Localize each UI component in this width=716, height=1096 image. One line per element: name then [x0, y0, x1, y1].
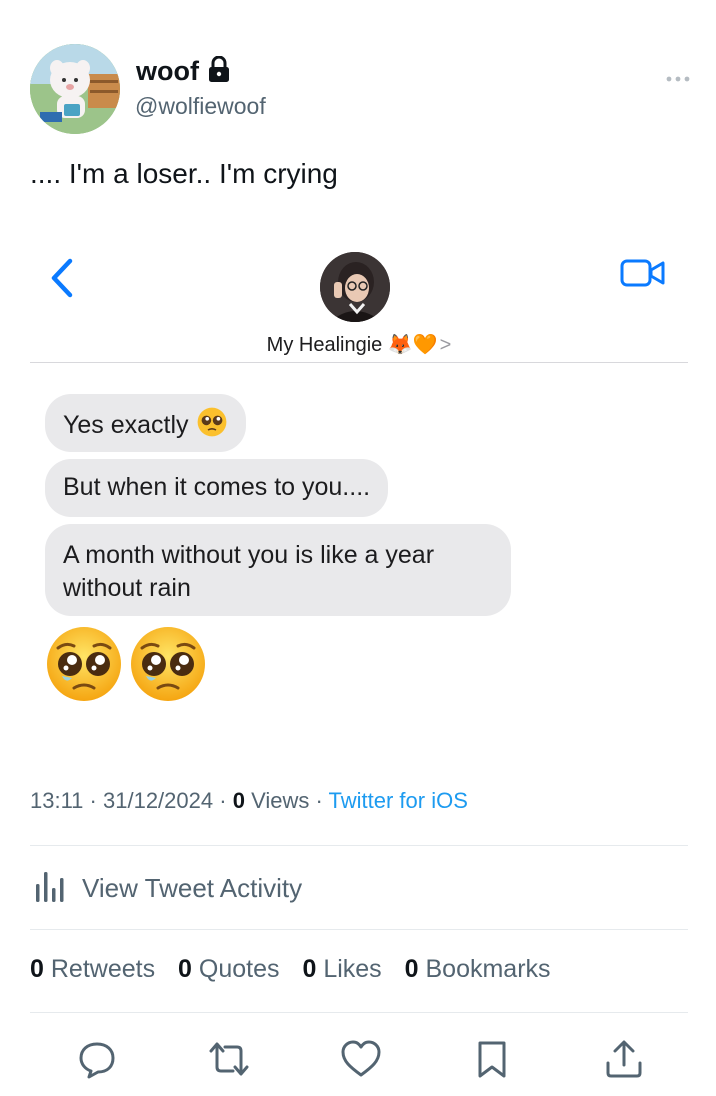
- attached-screenshot[interactable]: My Healingie 🦊🧡 > Yes exactly But when it…: [30, 232, 688, 762]
- tweet-meta: 13:11 · 31/12/2024 · 0 Views · Twitter f…: [30, 788, 468, 814]
- author-name[interactable]: woof: [136, 56, 199, 87]
- divider: [30, 845, 688, 846]
- message-text: A month without you is like a year witho…: [63, 541, 435, 602]
- meta-separator: ·: [219, 788, 227, 813]
- meta-separator: ·: [89, 788, 97, 813]
- view-tweet-activity-button[interactable]: View Tweet Activity: [34, 868, 302, 909]
- retweets-stat[interactable]: 0 Retweets: [30, 955, 155, 983]
- contact-chevron: >: [439, 334, 452, 356]
- contact-avatar: [320, 252, 390, 322]
- reply-icon[interactable]: [74, 1036, 120, 1082]
- tweet-text: .... I'm a loser.. I'm crying: [30, 158, 338, 189]
- divider: [30, 929, 688, 930]
- tweet-date: 31/12/2024: [103, 788, 214, 813]
- divider: [30, 1012, 688, 1013]
- bookmarks-stat[interactable]: 0 Bookmarks: [405, 955, 551, 983]
- tweet-time: 13:11: [30, 788, 84, 813]
- message-bubble: A month without you is like a year witho…: [45, 524, 511, 616]
- message-bubble: But when it comes to you....: [45, 459, 389, 517]
- meta-separator: ·: [315, 788, 323, 813]
- contact-name-text: My Healingie 🦊🧡: [266, 334, 438, 356]
- share-icon[interactable]: [601, 1036, 647, 1082]
- view-tweet-activity-label: View Tweet Activity: [82, 873, 303, 903]
- retweet-icon[interactable]: [206, 1036, 252, 1082]
- bookmark-icon[interactable]: [469, 1036, 515, 1082]
- views-count: 0: [232, 788, 245, 813]
- like-icon[interactable]: [338, 1036, 384, 1082]
- tweet-action-bar: [0, 1036, 716, 1082]
- big-emoji-row: [44, 624, 208, 709]
- message-bubble: Yes exactly: [45, 394, 246, 452]
- quotes-stat[interactable]: 0 Quotes: [178, 955, 279, 983]
- tweet-stats: 0 Retweets 0 Quotes 0 Likes 0 Bookmarks: [30, 955, 567, 984]
- views-label: Views: [251, 788, 310, 813]
- likes-stat[interactable]: 0 Likes: [302, 955, 381, 983]
- conversation-divider: [30, 362, 688, 363]
- lock-icon: [208, 55, 229, 87]
- pleading-face-icon: [128, 624, 208, 709]
- chevron-left-icon: [48, 258, 74, 303]
- pleading-face-icon: [44, 624, 124, 709]
- bar-chart-icon: [34, 868, 70, 909]
- message-text: But when it comes to you....: [63, 473, 371, 501]
- more-dots-icon[interactable]: [666, 62, 690, 88]
- author-avatar[interactable]: [30, 44, 120, 134]
- message-text: Yes exactly: [63, 411, 189, 440]
- author-handle[interactable]: @wolfiewoof: [135, 93, 266, 120]
- pleading-face-icon: [196, 406, 228, 447]
- tweet-source-link[interactable]: Twitter for iOS: [329, 788, 468, 813]
- author-name-row: woof: [136, 55, 229, 87]
- video-camera-icon: [620, 258, 666, 293]
- contact-name: My Healingie 🦊🧡 >: [30, 332, 688, 357]
